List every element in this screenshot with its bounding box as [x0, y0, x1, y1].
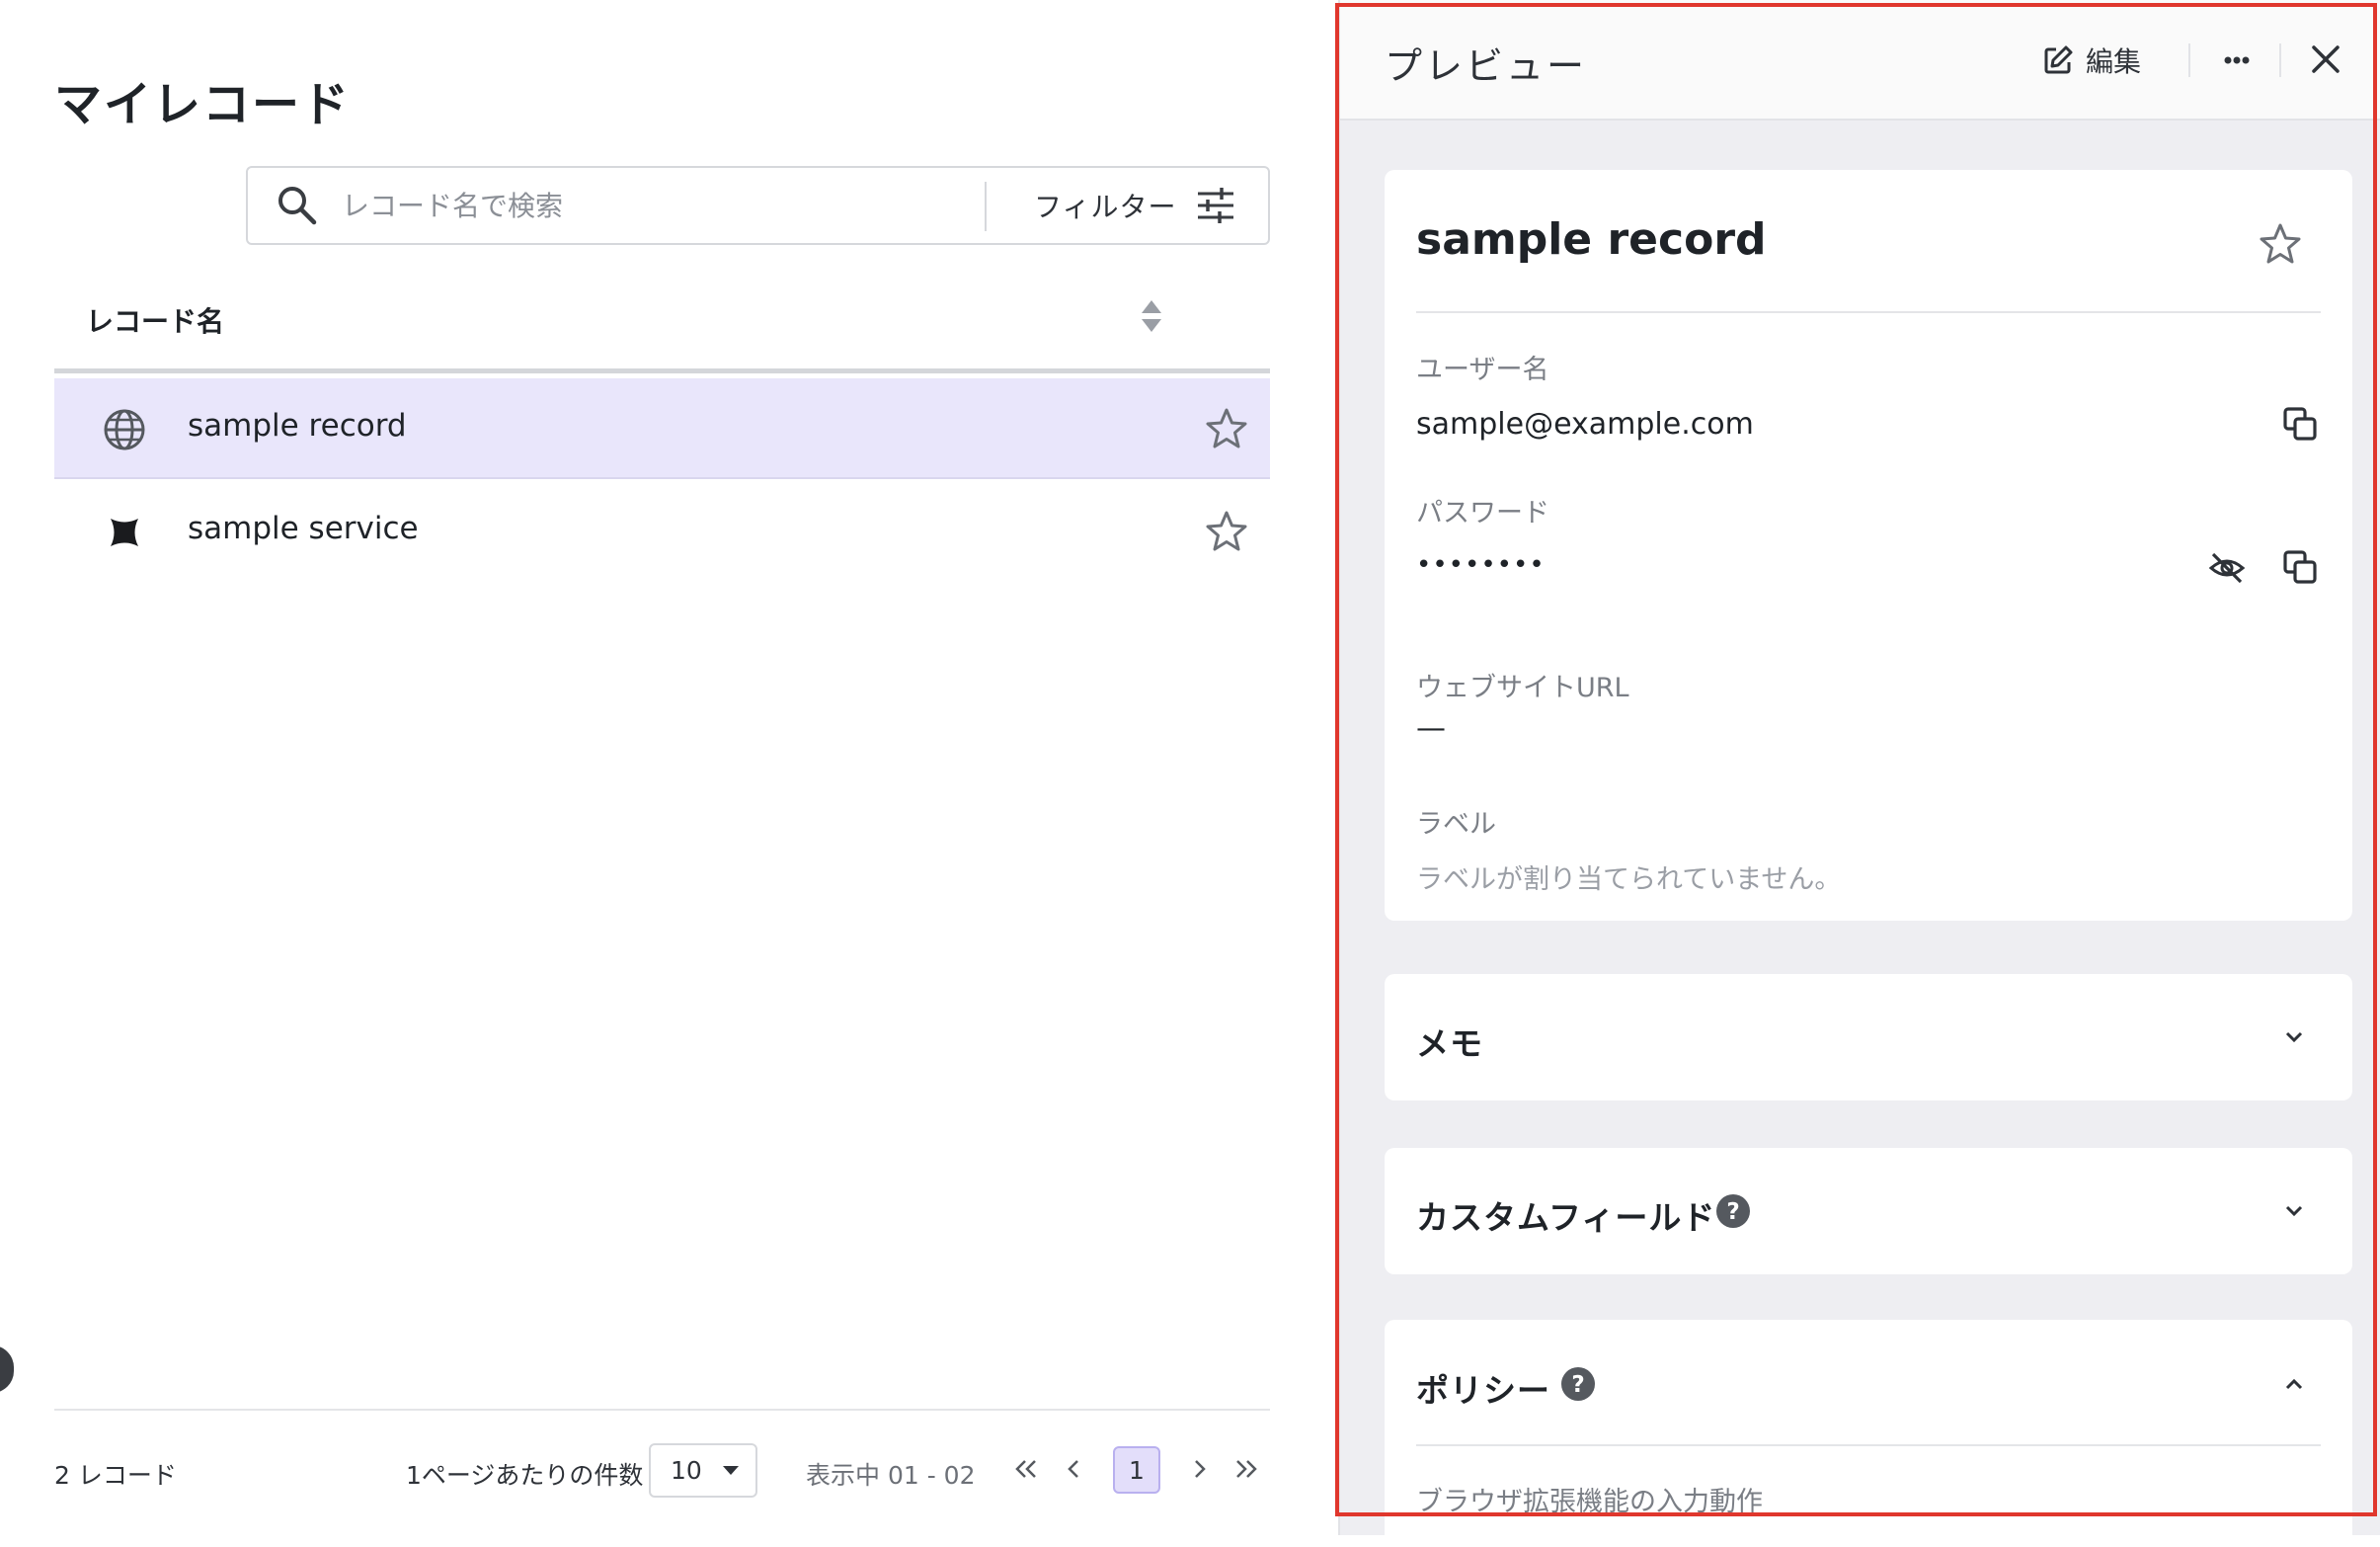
next-page-icon[interactable] — [1182, 1452, 1216, 1486]
search-bar: フィルター — [246, 166, 1270, 245]
table-row[interactable]: sample service — [54, 481, 1270, 582]
svg-text:?: ? — [1571, 1372, 1584, 1398]
service-logo-icon — [102, 510, 147, 555]
record-count: 2 レコード — [54, 1461, 177, 1490]
sort-icon[interactable] — [1139, 298, 1164, 334]
record-title: sample record — [1416, 214, 1767, 265]
edit-icon — [2042, 44, 2074, 76]
password-value: •••••••• — [1416, 550, 1546, 580]
website-url-value: — — [1416, 711, 1446, 746]
edit-label: 編集 — [2086, 45, 2142, 78]
labels-label: ラベル — [1416, 809, 1496, 840]
hide-password-icon[interactable] — [2207, 548, 2247, 588]
card-divider — [1416, 311, 2321, 313]
svg-text:?: ? — [1726, 1199, 1739, 1225]
memo-title: メモ — [1416, 1024, 1483, 1063]
first-page-icon[interactable] — [1009, 1452, 1043, 1486]
card-divider — [1416, 1444, 2321, 1446]
help-icon[interactable]: ? — [1715, 1193, 1751, 1229]
page-title: マイレコード — [54, 77, 352, 132]
close-icon[interactable] — [2306, 40, 2345, 79]
edit-button[interactable]: 編集 — [2042, 38, 2141, 83]
per-page-select[interactable]: 10 — [649, 1443, 757, 1498]
username-value: sample@example.com — [1416, 407, 1754, 442]
chevron-down-icon[interactable] — [2279, 1022, 2309, 1052]
page-range: 表示中 01 - 02 — [806, 1461, 976, 1490]
sliders-icon — [1196, 186, 1235, 225]
last-page-icon[interactable] — [1230, 1452, 1263, 1486]
search-icon — [275, 183, 320, 228]
policy-title: ポリシー — [1416, 1371, 1550, 1410]
star-icon[interactable] — [1204, 509, 1249, 554]
record-list-panel: マイレコード フィルター レコード名 — [0, 0, 1313, 1535]
record-details-card: sample record ユーザー名 sample@example.com パ… — [1385, 170, 2352, 921]
record-name: sample record — [188, 408, 407, 444]
help-fab-button[interactable] — [0, 1345, 14, 1393]
column-header-record-name: レコード名 — [86, 305, 225, 338]
prev-page-icon[interactable] — [1058, 1452, 1091, 1486]
browser-extension-fill-label: ブラウザ拡張機能の入力動作 — [1416, 1487, 1763, 1517]
username-label: ユーザー名 — [1416, 355, 1549, 385]
page-current[interactable]: 1 — [1113, 1446, 1160, 1494]
record-name: sample service — [188, 511, 419, 546]
labels-empty-message: ラベルが割り当てられていません。 — [1416, 864, 1842, 895]
password-label: パスワード — [1416, 498, 1549, 529]
custom-fields-title: カスタムフィールド — [1416, 1198, 1716, 1237]
copy-icon[interactable] — [2281, 548, 2321, 588]
custom-fields-section[interactable]: カスタムフィールド ? — [1385, 1148, 2352, 1274]
preview-title: プレビュー — [1385, 44, 1588, 88]
header-divider — [2188, 43, 2190, 77]
more-options-icon[interactable] — [2214, 43, 2260, 77]
filter-label: フィルター — [1034, 191, 1177, 223]
table-row[interactable]: sample record — [54, 378, 1270, 479]
star-icon[interactable] — [1204, 406, 1249, 451]
website-url-label: ウェブサイトURL — [1416, 673, 1629, 703]
policy-section: ポリシー ? ブラウザ拡張機能の入力動作 — [1385, 1320, 2352, 1547]
chevron-up-icon[interactable] — [2279, 1369, 2309, 1399]
star-icon[interactable] — [2258, 221, 2303, 267]
memo-section[interactable]: メモ — [1385, 974, 2352, 1100]
preview-header: プレビュー 編集 — [1340, 0, 2380, 121]
footer-divider — [54, 1409, 1270, 1411]
help-icon[interactable]: ? — [1560, 1366, 1596, 1402]
copy-icon[interactable] — [2281, 405, 2321, 445]
per-page-value: 10 — [671, 1456, 702, 1485]
caret-down-icon — [722, 1465, 740, 1477]
filter-button[interactable]: フィルター — [1008, 168, 1267, 243]
search-input[interactable] — [342, 176, 934, 235]
header-divider — [2279, 43, 2281, 77]
search-divider — [985, 182, 987, 231]
preview-panel: プレビュー 編集 sample record ユーザー名 sample@exam… — [1338, 0, 2380, 1547]
globe-icon — [102, 407, 147, 452]
chevron-down-icon[interactable] — [2279, 1196, 2309, 1226]
table-header: レコード名 — [54, 286, 1270, 373]
per-page-label: 1ページあたりの件数 — [406, 1461, 644, 1490]
